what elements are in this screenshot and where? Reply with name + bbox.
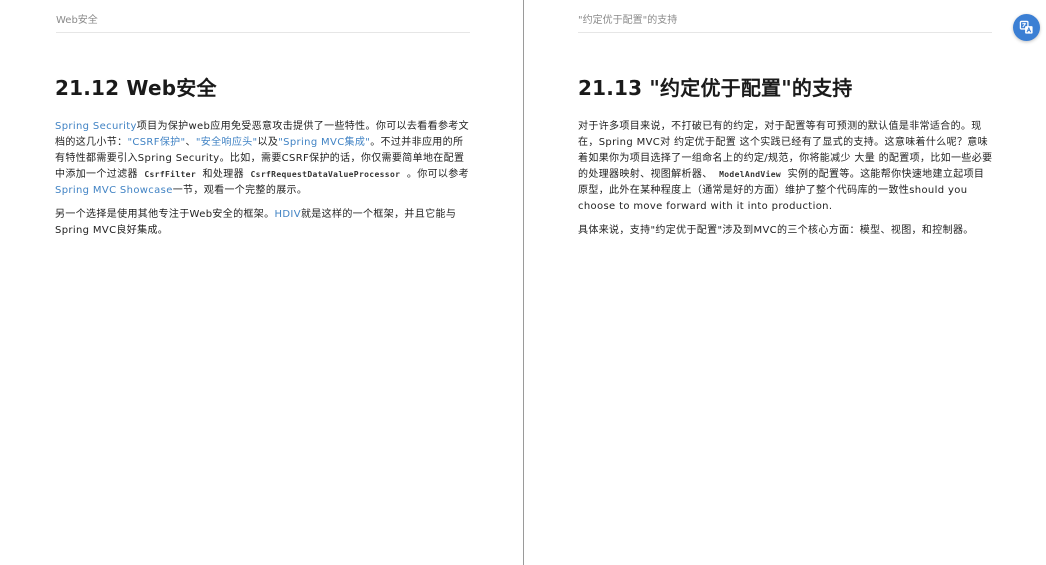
running-head-right: "约定优于配置"的支持 [578,15,678,26]
header-rule-left [56,32,470,33]
running-head-left: Web安全 [56,15,98,26]
right-page: "约定优于配置"的支持 21.13 "约定优于配置"的支持 对于许多项目来说，不… [524,0,1046,565]
text-span: 、 [185,137,196,148]
paragraph-hdiv: 另一个选择是使用其他专注于Web安全的框架。HDIV就是这样的一个框架，并且它能… [55,207,471,239]
code-model-and-view: ModelAndView [719,170,782,179]
link-spring-mvc-integration[interactable]: "Spring MVC集成" [278,137,370,148]
link-spring-security[interactable]: Spring Security [55,121,137,132]
text-span: 。你可以参考 [403,169,469,180]
link-spring-mvc-showcase[interactable]: Spring MVC Showcase [55,185,173,196]
text-span: 以及 [257,137,279,148]
code-csrf-processor: CsrfRequestDataValueProcessor [250,170,401,179]
translate-icon [1019,20,1033,34]
paragraph-spring-security: Spring Security项目为保护web应用免受恶意攻击提供了一些特性。你… [55,119,471,199]
link-hdiv[interactable]: HDIV [275,209,301,220]
text-span: 一节，观看一个完整的展示。 [172,185,308,196]
left-page-content: 21.12 Web安全 Spring Security项目为保护web应用免受恶… [55,72,471,247]
paragraph-convention-aspects: 具体来说，支持"约定优于配置"涉及到MVC的三个核心方面：模型、视图，和控制器。 [578,225,974,236]
left-page: Web安全 21.12 Web安全 Spring Security项目为保护we… [0,0,523,565]
code-csrf-filter: CsrfFilter [144,170,197,179]
header-rule-right [578,32,992,33]
translate-button[interactable] [1013,14,1040,41]
section-title-convention: 21.13 "约定优于配置"的支持 [578,76,853,100]
paragraph-convention-intro: 对于许多项目来说，不打破已有的约定，对于配置等有可预测的默认值是非常适合的。现在… [578,119,994,215]
text-span: 和处理器 [199,169,248,180]
link-security-headers[interactable]: "安全响应头" [196,137,258,148]
document-viewer: Web安全 21.12 Web安全 Spring Security项目为保护we… [0,0,1046,565]
section-title-web-security: 21.12 Web安全 [55,76,217,100]
right-page-content: 21.13 "约定优于配置"的支持 对于许多项目来说，不打破已有的约定，对于配置… [578,72,994,247]
text-span: 另一个选择是使用其他专注于Web安全的框架。 [55,209,275,220]
link-csrf-protection[interactable]: "CSRF保护" [127,137,185,148]
